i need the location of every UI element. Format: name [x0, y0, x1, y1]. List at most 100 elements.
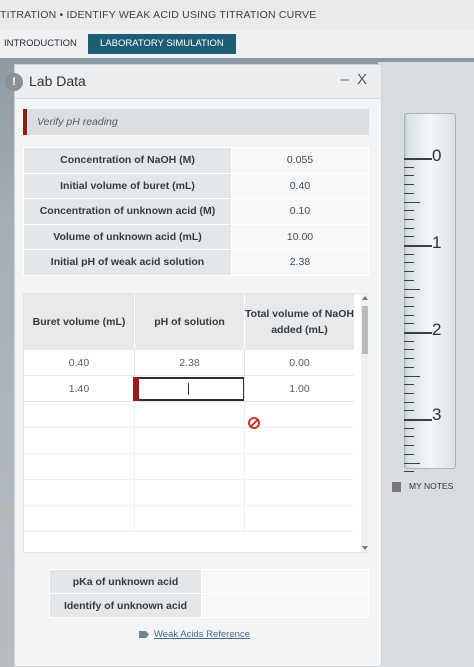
info-value: 10.00 [231, 223, 369, 250]
buret-tick [404, 279, 414, 281]
scroll-up-arrow-icon[interactable] [362, 296, 368, 300]
info-label: Volume of unknown acid (mL) [23, 223, 232, 250]
buret-tick [404, 462, 420, 464]
info-value: 2.38 [231, 249, 369, 276]
info-value: 0.10 [231, 198, 369, 225]
my-notes-label: MY NOTES [409, 481, 454, 491]
buret-tick [404, 305, 414, 307]
buret-tick [404, 210, 414, 212]
table-row: 0.40 2.38 0.00 [24, 350, 354, 376]
window-title: Lab Data [29, 73, 86, 89]
empty-row [24, 480, 354, 506]
window-header: ! Lab Data – X [5, 65, 381, 99]
buret-tick [404, 419, 432, 421]
header-total-volume: Total volume of NaOH added (mL) [244, 294, 354, 350]
total-volume-cell: 0.00 [244, 350, 354, 376]
table-row: pKa of unknown acid [49, 569, 369, 594]
info-label: Initial pH of weak acid solution [23, 249, 232, 276]
scroll-down-arrow-icon[interactable] [362, 546, 368, 550]
buret-tick [404, 297, 414, 299]
buret-label-2: 2 [432, 320, 442, 339]
buret-tick [404, 471, 414, 473]
identify-acid-input[interactable] [201, 593, 369, 618]
tab-laboratory-simulation[interactable]: LABORATORY SIMULATION [88, 34, 236, 54]
buret-tick [404, 192, 414, 194]
window-controls[interactable]: – X [340, 71, 369, 88]
buret-tick [404, 288, 420, 290]
buret-label-3: 3 [432, 405, 442, 424]
pka-label: pKa of unknown acid [49, 569, 202, 594]
table-row: 1.40 1.00 [24, 376, 354, 402]
buret-tick [404, 262, 414, 264]
buret-tick [404, 366, 414, 368]
buret-tick [404, 245, 432, 247]
lab-info-table: Concentration of NaOH (M) 0.055 Initial … [23, 147, 369, 276]
header-buret-volume: Buret volume (mL) [32, 315, 126, 328]
buret-tick [404, 340, 414, 342]
buret-tick [404, 314, 414, 316]
buret-tick [404, 401, 414, 403]
info-label: Concentration of NaOH (M) [23, 147, 232, 174]
buret-label-0: 0 [432, 146, 442, 165]
ph-input[interactable] [143, 381, 239, 397]
ph-input-box[interactable] [133, 377, 245, 401]
buret-tick [404, 453, 414, 455]
info-value: 0.055 [231, 147, 369, 174]
table-row: Concentration of NaOH (M) 0.055 [23, 147, 369, 174]
buret-tick [404, 201, 420, 203]
buret-tick [404, 349, 414, 351]
buret-volume-cell: 1.40 [68, 383, 90, 395]
buret-tick [404, 184, 414, 186]
empty-row [24, 506, 354, 532]
buret-tick [404, 166, 414, 168]
text-cursor [188, 383, 189, 395]
titration-data-table: Buret volume (mL) pH of solution Total v… [23, 293, 369, 553]
info-label: Initial volume of buret (mL) [23, 172, 232, 199]
tab-introduction[interactable]: INTRODUCTION [0, 34, 87, 54]
table-row: Volume of unknown acid (mL) 10.00 [23, 223, 369, 250]
reference-tag-icon [139, 630, 149, 638]
buret-volume-cell: 0.40 [68, 357, 90, 369]
weak-acids-reference-link[interactable]: Weak Acids Reference [139, 629, 250, 640]
notes-icon [392, 481, 401, 492]
empty-row [24, 402, 354, 428]
buret-tick [404, 323, 414, 325]
header-ph: pH of solution [134, 294, 244, 350]
total-volume-cell: 1.00 [244, 376, 354, 402]
buret-tick [404, 445, 414, 447]
buret-tick [404, 436, 414, 438]
ph-cell: 2.38 [134, 350, 244, 376]
buret-tick [404, 175, 414, 177]
buret-tick [404, 410, 414, 412]
input-error-flag [133, 377, 139, 401]
ph-input-cell [133, 376, 245, 402]
table-header: Buret volume (mL) pH of solution Total v… [24, 294, 354, 350]
pka-input[interactable] [201, 569, 369, 594]
empty-row [24, 454, 354, 480]
buret-tick [404, 427, 414, 429]
buret-tick [404, 384, 414, 386]
status-bar: Verify pH reading [23, 109, 369, 135]
tab-bar: INTRODUCTION LABORATORY SIMULATION [0, 30, 474, 58]
buret-tick [404, 375, 420, 377]
table-row: Initial volume of buret (mL) 0.40 [23, 172, 369, 199]
warning-icon: ! [5, 73, 23, 91]
empty-row [24, 428, 354, 454]
buret-tick [404, 332, 432, 334]
table-row: Identify of unknown acid [49, 593, 369, 618]
buret-tick [404, 253, 414, 255]
table-scrollbar[interactable] [361, 294, 369, 552]
info-value: 0.40 [231, 172, 369, 199]
my-notes-button[interactable]: MY NOTES [392, 481, 453, 492]
identify-acid-label: Identify of unknown acid [49, 593, 202, 618]
buret-tick [404, 227, 414, 229]
status-text: Verify pH reading [37, 116, 118, 128]
scroll-thumb[interactable] [362, 306, 368, 354]
results-table: pKa of unknown acid Identify of unknown … [49, 569, 369, 618]
buret-label-1: 1 [432, 233, 442, 252]
buret-tick [404, 392, 414, 394]
app-title: TITRATION • IDENTIFY WEAK ACID USING TIT… [0, 9, 317, 21]
buret-tick [404, 218, 414, 220]
buret-tick [404, 158, 432, 160]
table-row: Initial pH of weak acid solution 2.38 [23, 249, 369, 276]
